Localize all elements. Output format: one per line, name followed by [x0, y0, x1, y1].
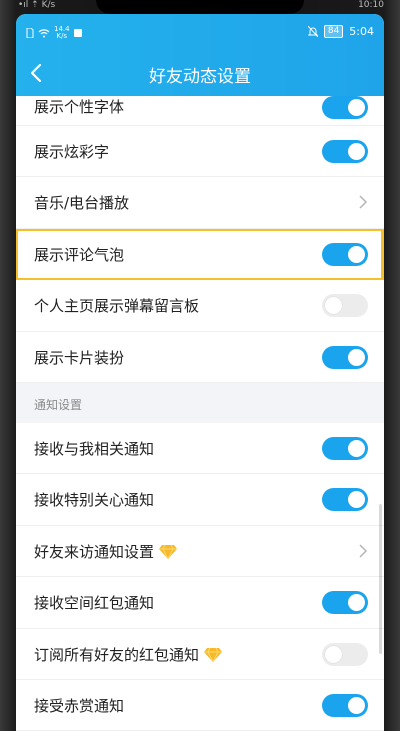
- toggle-switch[interactable]: [322, 345, 368, 369]
- setting-row[interactable]: 展示评论气泡: [16, 228, 384, 281]
- toggle-knob: [348, 594, 365, 612]
- network-speed-unit: K/s: [56, 32, 68, 40]
- setting-label: 接收与我相关通知: [34, 439, 155, 458]
- setting-label: 好友来访通知设置: [34, 541, 178, 562]
- setting-label: 接收特别关心通知: [34, 491, 155, 510]
- battery-icon: 84: [323, 25, 344, 38]
- network-speed: 14.4 K/s: [54, 26, 70, 40]
- toggle-switch[interactable]: [322, 242, 368, 266]
- toggle-switch[interactable]: [322, 591, 368, 615]
- setting-label: 展示卡片装扮: [34, 348, 125, 367]
- diamond-icon: [204, 647, 223, 662]
- notification-settings-group: 接收与我相关通知 接收特别关心通知好友来访通知设置 接收空间红包通知订阅所有好友的红…: [16, 422, 384, 731]
- setting-label: 个人主页展示弹幕留言板: [34, 297, 200, 316]
- setting-label: 展示评论气泡: [34, 245, 125, 264]
- toggle-knob: [348, 696, 365, 714]
- outer-status-left: •ıl ⇡ K/s: [18, 0, 56, 10]
- toggle-switch[interactable]: [322, 140, 368, 163]
- toggle-knob: [348, 491, 365, 509]
- status-time: 5:04: [349, 25, 374, 38]
- chevron-right-icon: [359, 544, 368, 558]
- setting-row[interactable]: 接收空间红包通知: [16, 577, 384, 629]
- setting-row[interactable]: 展示炫彩字: [16, 126, 384, 178]
- setting-label: 接收空间红包通知: [34, 594, 155, 613]
- toggle-knob: [348, 348, 365, 366]
- diamond-icon: [159, 544, 178, 559]
- toggle-switch[interactable]: [322, 642, 368, 666]
- toggle-knob: [325, 297, 342, 315]
- toggle-switch[interactable]: [322, 488, 368, 512]
- setting-row[interactable]: 接收与我相关通知: [16, 422, 384, 475]
- scrollbar[interactable]: [379, 504, 382, 654]
- section-title: 通知设置: [34, 397, 83, 412]
- setting-row[interactable]: 好友来访通知设置: [16, 525, 384, 578]
- setting-label: 接受赤赏通知: [34, 696, 125, 715]
- setting-label: 展示个性字体: [34, 98, 125, 116]
- phone-frame: •ıl ⇡ K/s 10:10 14.4 K/s 84 5:04 好友动态设置 …: [0, 0, 400, 731]
- setting-label: 音乐/电台播放: [34, 194, 130, 213]
- mute-bell-icon: [307, 26, 318, 37]
- page-title: 好友动态设置: [149, 67, 251, 87]
- notification-icon: [73, 29, 82, 37]
- toggle-knob: [348, 245, 365, 263]
- phone-notch: [96, 0, 304, 14]
- display-settings-group: 展示个性字体 展示炫彩字音乐/电台播放 展示评论气泡个人主页展示弹幕留言板 展示卡片装…: [16, 96, 384, 383]
- toggle-switch[interactable]: [322, 96, 368, 119]
- setting-row[interactable]: 展示卡片装扮: [16, 331, 384, 383]
- toggle-knob: [325, 645, 342, 663]
- setting-row[interactable]: 展示个性字体: [16, 96, 384, 126]
- toggle-knob: [348, 143, 365, 160]
- toggle-switch[interactable]: [322, 436, 368, 460]
- status-bar: 14.4 K/s 84 5:04: [16, 14, 384, 50]
- title-bar: 好友动态设置: [16, 50, 384, 96]
- section-header-notifications: 通知设置: [16, 382, 384, 423]
- sim-icon: [26, 28, 34, 38]
- toggle-switch[interactable]: [322, 294, 368, 318]
- setting-row[interactable]: 订阅所有好友的红包通知: [16, 628, 384, 680]
- setting-row[interactable]: 音乐/电台播放: [16, 177, 384, 229]
- setting-row[interactable]: 接受赤赏通知: [16, 679, 384, 731]
- setting-row[interactable]: 个人主页展示弹幕留言板: [16, 280, 384, 332]
- toggle-knob: [348, 439, 365, 457]
- toggle-switch[interactable]: [322, 693, 368, 717]
- toggle-knob: [348, 99, 365, 116]
- chevron-right-icon: [359, 195, 368, 209]
- setting-label: 订阅所有好友的红包通知: [34, 644, 223, 665]
- wifi-icon: [38, 29, 50, 38]
- phone-screen: 14.4 K/s 84 5:04 好友动态设置 展示个性字体 展示炫彩字音乐/电台…: [16, 14, 384, 731]
- settings-list: 展示个性字体 展示炫彩字音乐/电台播放 展示评论气泡个人主页展示弹幕留言板 展示卡片装…: [16, 96, 384, 731]
- outer-status-time: 10:10: [358, 0, 384, 10]
- setting-row[interactable]: 接收特别关心通知: [16, 474, 384, 526]
- setting-label: 展示炫彩字: [34, 143, 110, 161]
